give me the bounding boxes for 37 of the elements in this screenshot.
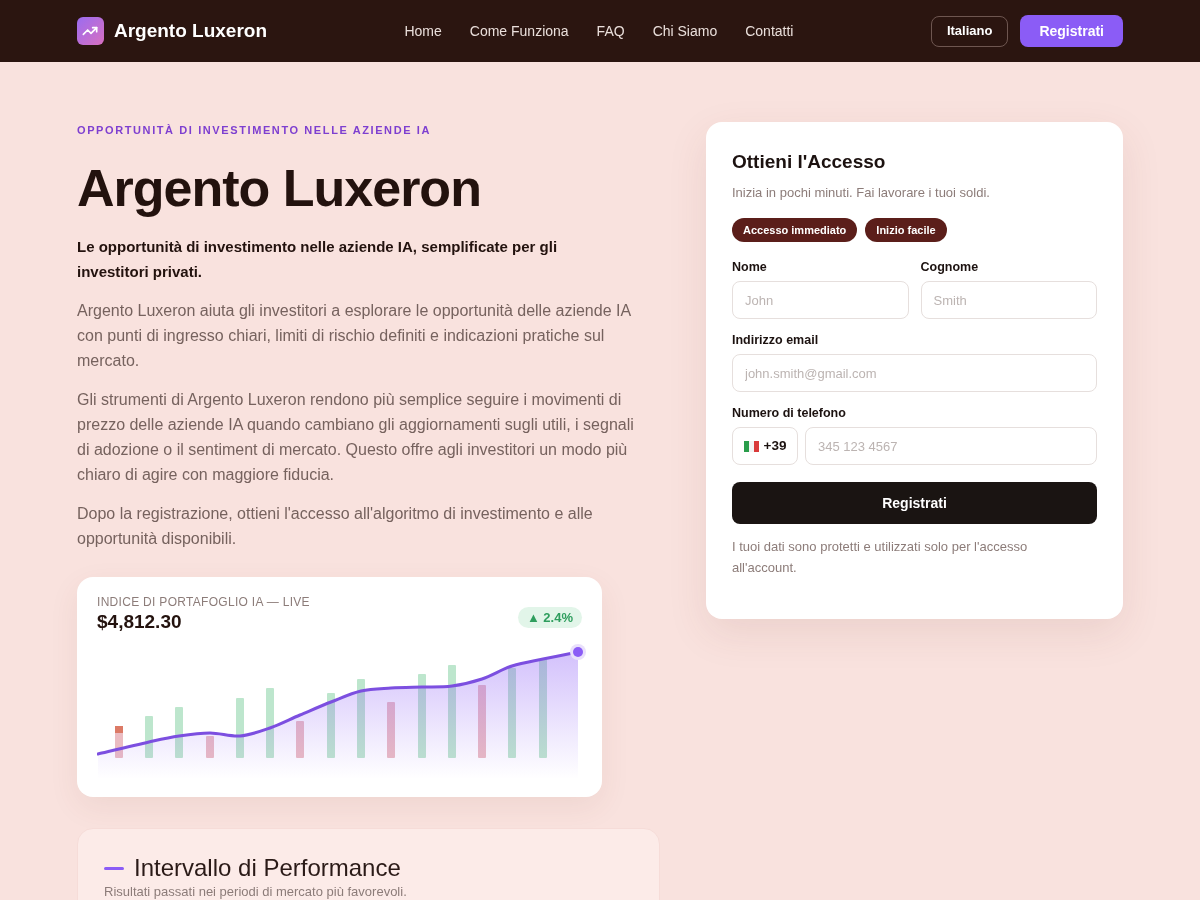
input-field[interactable]: John: [732, 281, 909, 319]
feature-badge: Accesso immediato: [732, 218, 858, 242]
privacy-note: I tuoi dati sono protetti e utilizzati solo per l'accesso all'account.: [732, 538, 1029, 577]
field-label: Cognome: [920, 259, 980, 275]
nav-link[interactable]: Come Funziona: [469, 20, 569, 42]
dash-icon: [104, 866, 124, 870]
hero-lead: Le opportunità di investimento nelle aziende IA, semplificate per gli investitori privati.: [77, 237, 559, 282]
performance-title: Intervallo di Performance: [134, 854, 401, 882]
nav-link[interactable]: Contatti: [745, 20, 794, 42]
index-value: $4,812.30: [97, 610, 183, 634]
nav-link[interactable]: Chi Siamo: [652, 20, 718, 42]
language-button[interactable]: Italiano: [930, 15, 1009, 47]
field-label: Numero di telefono: [732, 405, 847, 421]
index-label: INDICE DI PORTAFOGLIO IA — LIVE: [97, 594, 310, 610]
register-button[interactable]: Registrati: [1020, 15, 1123, 47]
hero-paragraph: Dopo la registrazione, ottieni l'accesso all'algoritmo di investimento e alle opportunità disponibili.: [77, 504, 594, 549]
hero-paragraph: Gli strumenti di Argento Luxeron rendono più semplice seguire i movimenti di prezzo delle aziende IA quando cambiano gli aggiornamenti sugli utili, i segnali di adozione o il sentiment di mercato. Questo offre agli investitori un modo più chiaro di agire con maggiore fiducia.: [77, 390, 635, 485]
logo-icon: [77, 17, 104, 45]
field-label: Indirizzo email: [732, 332, 820, 348]
brand-name: Argento Luxeron: [113, 18, 267, 43]
eyebrow-text: OPPORTUNITÀ DI INVESTIMENTO NELLE AZIENDE IA: [77, 123, 432, 138]
submit-button[interactable]: Registrati: [732, 482, 1097, 524]
hero-paragraph: Argento Luxeron aiuta gli investitori a esplorare le opportunità delle aziende IA con punti di ingresso chiari, limiti di rischio definiti e indicazioni pratiche sul mercato.: [77, 301, 632, 371]
feature-badge: Inizio facile: [865, 218, 947, 242]
change-badge: ▲ 2.4%: [517, 607, 582, 628]
input-field[interactable]: john.smith@gmail.com: [732, 354, 1097, 392]
nav-link[interactable]: FAQ: [596, 20, 625, 42]
field-label: Nome: [732, 259, 768, 275]
nav-link[interactable]: Home: [404, 20, 442, 42]
country-code-button[interactable]: +39: [732, 427, 798, 465]
input-field[interactable]: Smith: [920, 281, 1097, 319]
flag-icon: [743, 440, 759, 452]
form-subtitle: Inizia in pochi minuti. Fai lavorare i tuoi soldi.: [732, 184, 991, 202]
performance-subtitle: Risultati passati nei periodi di mercato più favorevoli.: [104, 884, 408, 900]
input-field[interactable]: 345 123 4567: [805, 427, 1097, 465]
form-title: Ottieni l'Accesso: [732, 150, 887, 174]
hero-title: Argento Luxeron: [77, 158, 482, 218]
